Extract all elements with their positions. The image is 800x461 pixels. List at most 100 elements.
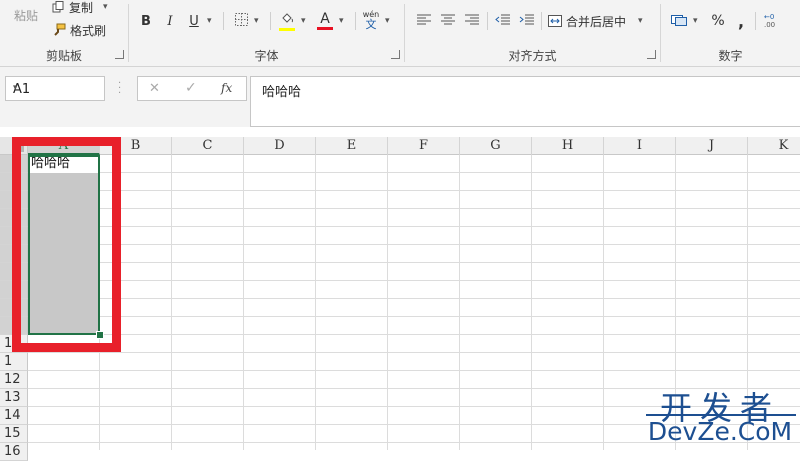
gridline <box>315 155 316 450</box>
font-color-chevron-down-icon[interactable]: ▾ <box>339 16 344 26</box>
copy-button[interactable]: 复制 ▾ <box>52 0 108 16</box>
bold-glyph: B <box>141 13 151 29</box>
format-painter-button[interactable]: 格式刷 <box>52 21 106 39</box>
font-color-button[interactable]: A <box>315 10 335 32</box>
comma-style-button[interactable]: , <box>733 10 749 32</box>
increase-indent-icon <box>519 14 534 29</box>
formula-bar-drag-handle-icon[interactable]: · · · <box>118 79 121 99</box>
row-header[interactable] <box>0 281 28 299</box>
row-header[interactable] <box>0 227 28 245</box>
column-header-h[interactable]: H <box>532 137 604 155</box>
row-header[interactable]: 1 <box>0 353 28 371</box>
column-header-d[interactable]: D <box>244 137 316 155</box>
column-header-b[interactable]: B <box>100 137 172 155</box>
borders-button[interactable] <box>231 10 251 32</box>
column-header-i[interactable]: I <box>604 137 676 155</box>
row-header[interactable]: 1 <box>0 335 28 353</box>
row-header[interactable] <box>0 263 28 281</box>
merge-center-label: 合并后居中 <box>566 14 627 29</box>
copy-label: 复制 <box>69 0 94 15</box>
align-center-button[interactable] <box>439 10 457 32</box>
gridline <box>531 155 532 450</box>
increase-indent-button[interactable] <box>517 10 535 32</box>
merge-center-button[interactable]: 合并后居中 ▾ <box>548 12 643 30</box>
font-dialog-launcher-icon[interactable] <box>391 50 400 59</box>
percent-style-button[interactable]: % <box>709 10 727 32</box>
column-header-g[interactable]: G <box>460 137 532 155</box>
gridline <box>28 244 800 245</box>
column-header-e[interactable]: E <box>316 137 388 155</box>
paste-button[interactable]: 粘贴 <box>14 6 46 24</box>
gridline <box>28 334 800 335</box>
gridline <box>603 155 604 450</box>
row-header[interactable]: 13 <box>0 389 28 407</box>
copy-icon <box>52 1 64 13</box>
accounting-chevron-down-icon[interactable]: ▾ <box>693 16 698 26</box>
insert-function-button[interactable]: fx <box>221 81 232 95</box>
align-center-icon <box>441 14 455 29</box>
row-header[interactable]: 12 <box>0 371 28 389</box>
select-all-button[interactable] <box>0 137 28 155</box>
font-divider <box>355 12 356 30</box>
underline-glyph: U <box>189 13 199 29</box>
italic-button[interactable]: I <box>161 10 179 32</box>
row-header[interactable] <box>0 317 28 335</box>
fill-color-button[interactable] <box>277 10 297 32</box>
merge-chevron-down-icon: ▾ <box>638 16 643 26</box>
borders-icon <box>234 13 248 29</box>
formula-buttons: ✕ ✓ fx <box>137 76 247 101</box>
row-header[interactable] <box>0 155 28 173</box>
watermark-divider <box>646 414 796 416</box>
column-header-j[interactable]: J <box>676 137 748 155</box>
format-painter-icon <box>52 23 66 37</box>
row-header[interactable] <box>0 245 28 263</box>
align-right-button[interactable] <box>463 10 481 32</box>
gridline <box>28 208 800 209</box>
font-color-bar <box>317 27 333 30</box>
column-header-c[interactable]: C <box>172 137 244 155</box>
formula-input[interactable]: 哈哈哈 <box>250 76 800 127</box>
bold-button[interactable]: B <box>137 10 155 32</box>
row-header[interactable]: 14 <box>0 407 28 425</box>
column-header-k[interactable]: K <box>748 137 800 155</box>
name-box[interactable]: A1 ▾ <box>5 76 105 101</box>
column-header-a[interactable]: A <box>28 137 100 155</box>
row-header[interactable] <box>0 173 28 191</box>
phonetic-guide-button[interactable]: wén 文 <box>361 9 381 31</box>
row-header[interactable]: 16 <box>0 443 28 461</box>
enter-icon[interactable]: ✓ <box>185 80 197 96</box>
number-group-label: 数字 <box>718 49 743 63</box>
gridline <box>28 226 800 227</box>
row-header[interactable]: 15 <box>0 425 28 443</box>
fill-handle[interactable] <box>96 331 104 339</box>
borders-chevron-down-icon[interactable]: ▾ <box>254 16 259 26</box>
alignment-dialog-launcher-icon[interactable] <box>647 50 656 59</box>
row-header[interactable] <box>0 299 28 317</box>
column-header-f[interactable]: F <box>388 137 460 155</box>
alignment-divider <box>541 12 542 30</box>
phonetic-bottom: 文 <box>365 17 377 31</box>
row-header[interactable] <box>0 191 28 209</box>
row-header[interactable] <box>0 209 28 227</box>
fill-color-chevron-down-icon[interactable]: ▾ <box>301 16 306 26</box>
phonetic-chevron-down-icon[interactable]: ▾ <box>385 16 390 26</box>
font-group: B I U ▾ ▾ ▾ A ▾ wén 文 ▾ 字体 <box>129 0 404 66</box>
accounting-format-button[interactable] <box>669 10 689 32</box>
cancel-icon[interactable]: ✕ <box>149 81 160 96</box>
underline-button[interactable]: U <box>185 10 203 32</box>
increase-decimal-button[interactable]: ←0.00 <box>761 10 795 32</box>
underline-chevron-down-icon[interactable]: ▾ <box>207 16 212 26</box>
font-group-label: 字体 <box>254 49 279 63</box>
format-painter-label: 格式刷 <box>70 23 107 38</box>
clipboard-dialog-launcher-icon[interactable] <box>115 50 124 59</box>
gridline <box>28 352 800 353</box>
align-left-button[interactable] <box>415 10 433 32</box>
gridline <box>243 155 244 450</box>
decrease-indent-button[interactable] <box>493 10 511 32</box>
selection-border <box>28 155 100 335</box>
fill-color-bar <box>279 27 295 31</box>
clipboard-group-label: 剪贴板 <box>45 49 82 63</box>
merge-center-icon <box>548 15 562 27</box>
clipboard-group: 粘贴 复制 ▾ 格式刷 剪贴板 <box>0 0 128 66</box>
name-box-chevron-down-icon[interactable]: ▾ <box>13 83 99 93</box>
